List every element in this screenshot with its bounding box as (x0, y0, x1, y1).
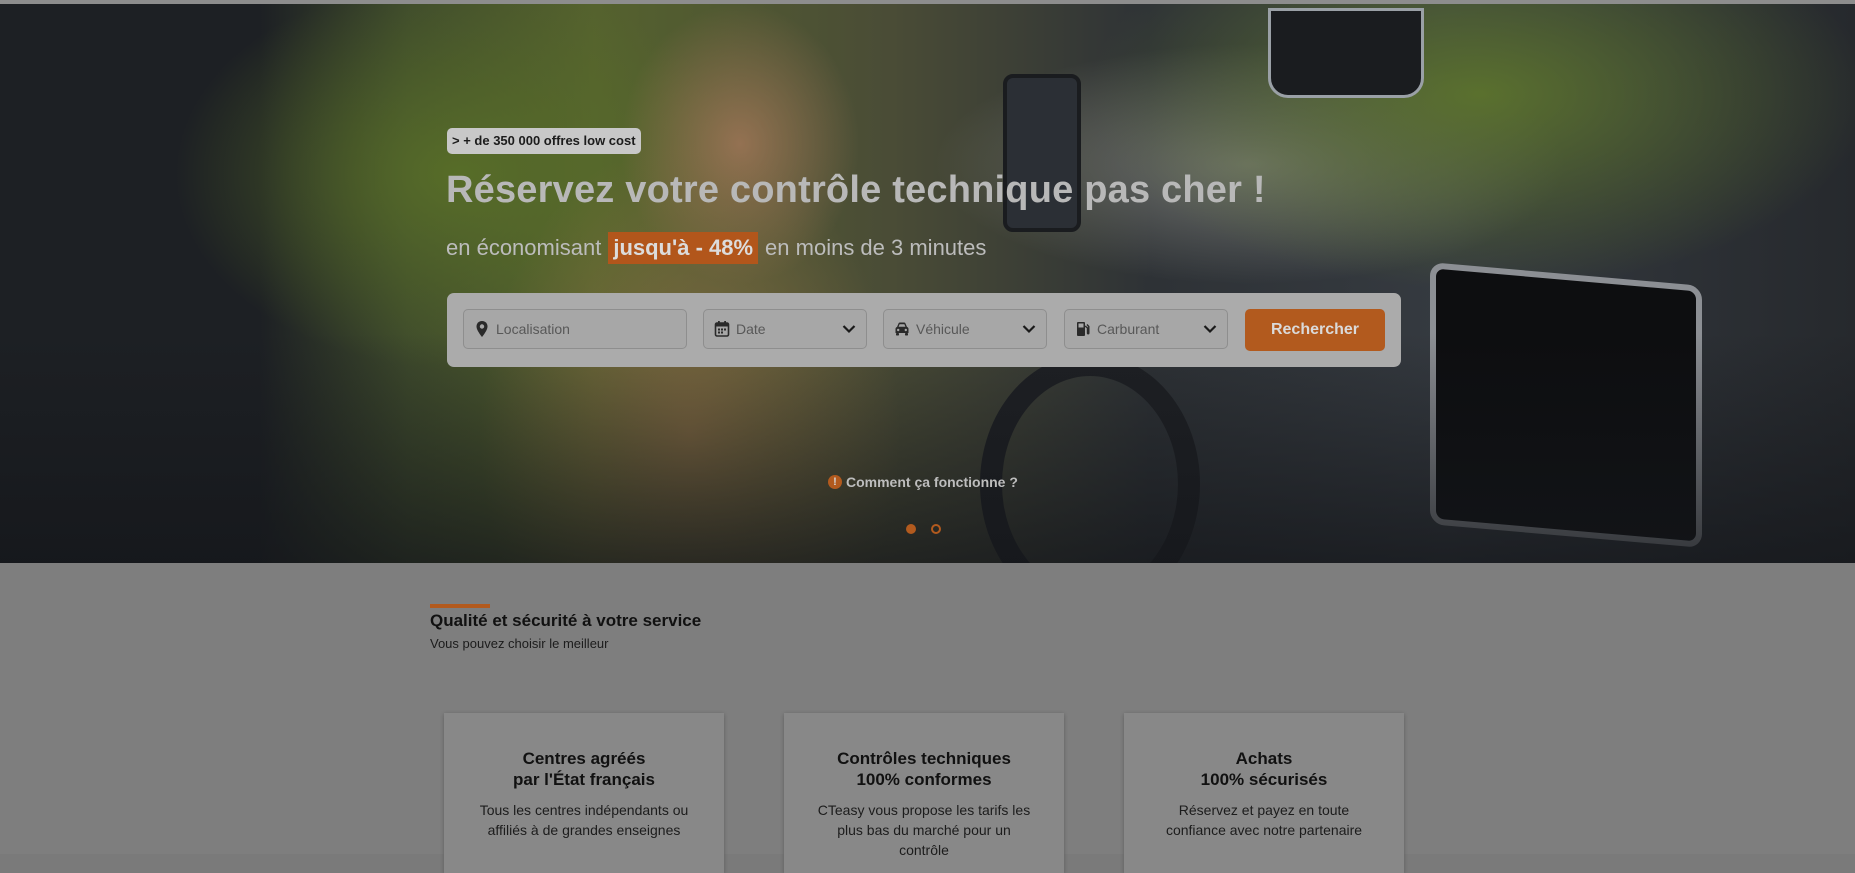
card-text: CTeasy vous propose les tarifs les plus … (817, 802, 1031, 858)
subline-text-after: en moins de 3 minutes (765, 235, 987, 260)
section-accent-bar (430, 604, 490, 608)
card-title-line: par l'État français (513, 770, 655, 789)
card-title-line: 100% sécurisés (1200, 770, 1328, 789)
search-panel: Localisation Date Véhicule Carburant Rec… (447, 293, 1401, 367)
date-label: Date (736, 321, 766, 337)
chevron-down-icon (1022, 325, 1036, 334)
hero-shade (0, 333, 1855, 563)
fuel-pump-icon (1077, 322, 1090, 336)
hero-subline: en économisant jusqu'à - 48% en moins de… (446, 229, 986, 267)
how-it-works-label: Comment ça fonctionne ? (846, 474, 1018, 490)
feature-card: Contrôles techniques 100% conformes CTea… (784, 713, 1064, 873)
card-text: Réservez et payez en toute confiance ave… (1165, 802, 1363, 838)
feature-card: Centres agréés par l'État français Tous … (444, 713, 724, 873)
rearview-mirror-image (1268, 8, 1424, 98)
fuel-select[interactable]: Carburant (1064, 309, 1228, 349)
chevron-down-icon (842, 325, 856, 334)
fuel-label: Carburant (1097, 321, 1160, 337)
card-title-line: 100% conformes (856, 770, 992, 789)
section-title: Qualité et sécurité à votre service (430, 611, 702, 630)
info-circle-icon: ! (828, 475, 842, 489)
chevron-down-icon (1203, 325, 1217, 334)
subline-text-before: en économisant (446, 235, 602, 260)
card-title: Centres agréés par l'État français (444, 748, 724, 790)
search-button[interactable]: Rechercher (1245, 309, 1385, 351)
offers-badge: > + de 350 000 offres low cost (447, 128, 641, 154)
how-it-works-link[interactable]: ! Comment ça fonctionne ? (828, 474, 1018, 490)
card-title-line: Centres agréés (522, 749, 646, 768)
discount-highlight: jusqu'à - 48% (608, 232, 759, 264)
vehicle-select[interactable]: Véhicule (883, 309, 1047, 349)
quality-section: Qualité et sécurité à votre service Vous… (0, 563, 1855, 873)
vehicle-label: Véhicule (916, 321, 970, 337)
card-title-line: Contrôles techniques (837, 749, 1011, 768)
car-icon (895, 322, 909, 336)
feature-card: Achats 100% sécurisés Réservez et payez … (1124, 713, 1404, 873)
carousel-dot-active[interactable] (906, 524, 916, 534)
location-input[interactable]: Localisation (463, 309, 687, 349)
calendar-icon (714, 321, 730, 337)
hero-banner: > + de 350 000 offres low cost Réservez … (0, 0, 1855, 563)
location-placeholder: Localisation (496, 321, 570, 337)
section-subtitle: Vous pouvez choisir le meilleur (430, 636, 609, 651)
card-title: Contrôles techniques 100% conformes (784, 748, 1064, 790)
card-title-line: Achats (1235, 749, 1293, 768)
card-title: Achats 100% sécurisés (1124, 748, 1404, 790)
carousel-dot[interactable] (931, 524, 941, 534)
card-text: Tous les centres indépendants ou affilié… (479, 802, 689, 838)
hero-headline: Réservez votre contrôle technique pas ch… (446, 169, 1266, 211)
map-pin-icon (476, 321, 488, 337)
date-select[interactable]: Date (703, 309, 867, 349)
